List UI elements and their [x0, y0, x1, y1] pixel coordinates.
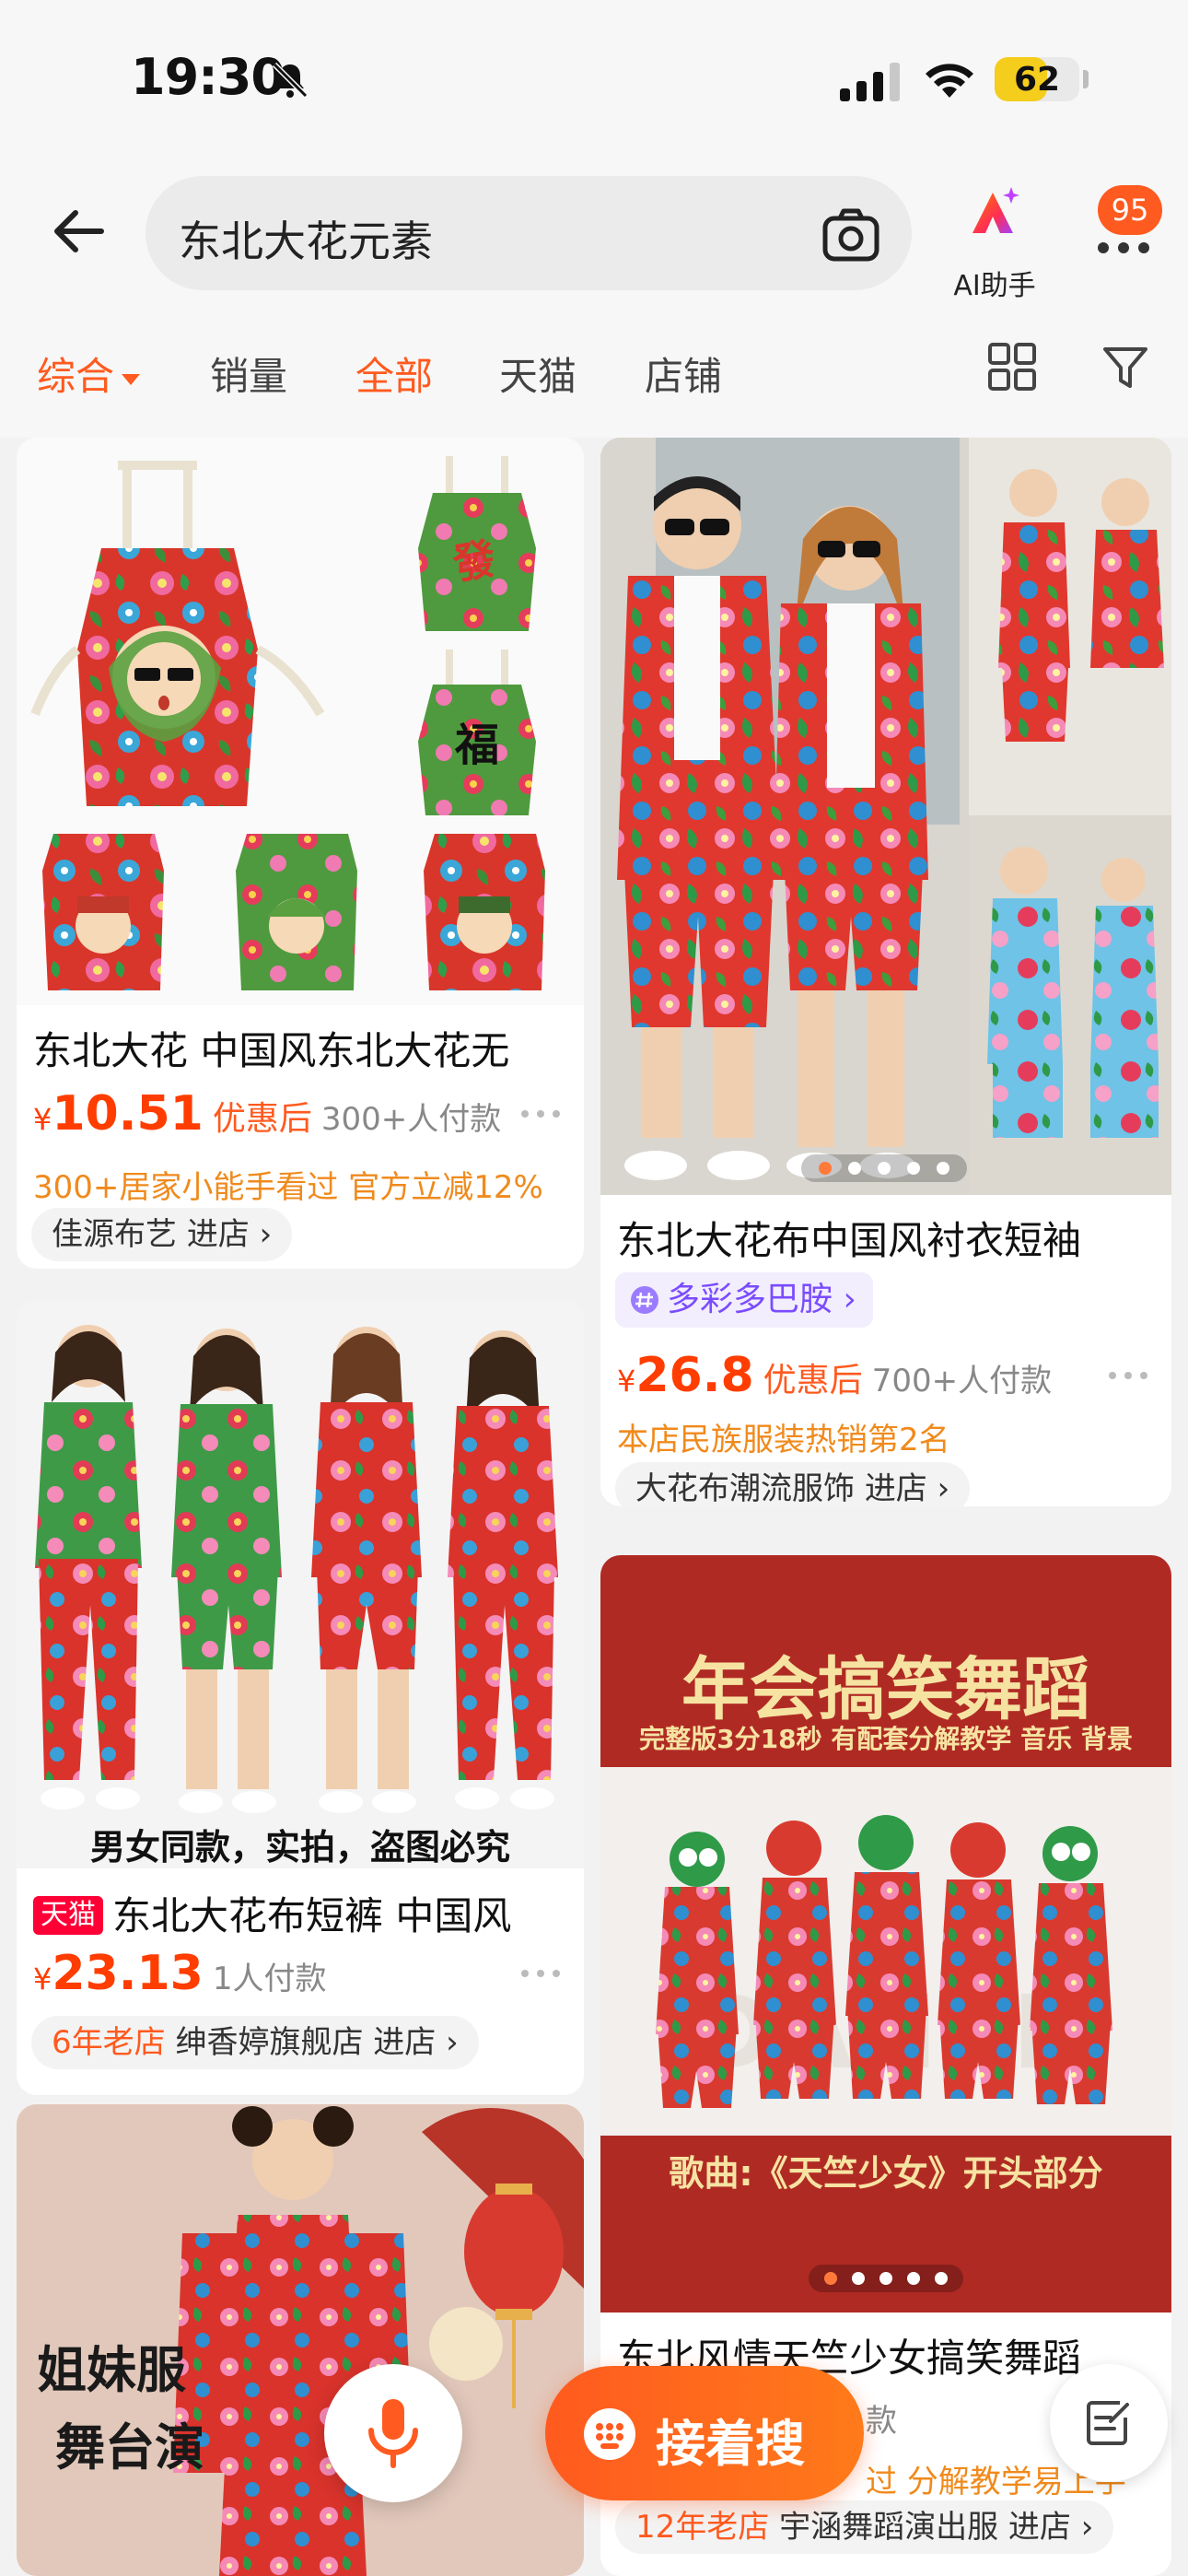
- shop-link[interactable]: 大花布潮流服饰 进店 ›: [615, 1462, 971, 1506]
- message-count-badge: 95: [1098, 185, 1162, 235]
- price-row: ¥23.13 1人付款: [33, 1946, 567, 2001]
- poster-title: 年会搞笑舞蹈: [681, 1650, 1090, 1729]
- tmall-badge: 天猫: [33, 1896, 103, 1935]
- price-value: 23.13: [52, 1946, 204, 2001]
- search-header: 东北大花元素 AI助手 95: [0, 161, 1188, 302]
- voice-search-button[interactable]: [324, 2364, 462, 2502]
- continue-search-label: 接着搜: [656, 2415, 805, 2473]
- shop-link[interactable]: 佳源布艺 进店 ›: [31, 1208, 293, 1261]
- battery-percent: 62: [1013, 61, 1061, 99]
- product-card-stage[interactable]: 姐妹服 舞台演: [17, 2104, 584, 2576]
- product-title: 天猫 东北大花布短裤 中国风: [33, 1885, 567, 1941]
- sales-count: 1人付款: [212, 1961, 327, 1997]
- ai-assistant-button[interactable]: AI助手: [944, 185, 1045, 302]
- currency-symbol: ¥: [33, 1102, 52, 1137]
- poster-line-1: 姐妹服: [37, 2340, 186, 2399]
- ai-assistant-icon: [973, 187, 1019, 233]
- product-image-shirt: [600, 438, 1171, 1195]
- sales-count: 700+人付款: [871, 1363, 1053, 1399]
- promo-line: 300+居家小能手看过 官方立减12%: [33, 1162, 567, 1207]
- battery-tip: [1083, 70, 1089, 88]
- shop-name: 大花布潮流服饰: [635, 1470, 855, 1506]
- camera-icon[interactable]: [820, 204, 882, 266]
- wifi-icon: [926, 64, 973, 98]
- more-options-icon[interactable]: [519, 1968, 562, 1979]
- shop-name: 绅香婷旗舰店: [175, 2024, 364, 2061]
- promo-discount: 官方立减12%: [348, 1169, 543, 1206]
- shop-action: 进店: [1007, 2509, 1071, 2546]
- shop-name: 宇涵舞蹈演出服: [779, 2509, 999, 2546]
- shop-action: 进店: [864, 1470, 927, 1506]
- continue-search-button[interactable]: 接着搜: [545, 2366, 864, 2500]
- microphone-icon: [368, 2399, 418, 2468]
- product-image-shorts: [17, 1301, 584, 1868]
- sales-count: 300+人付款: [320, 1101, 502, 1138]
- more-options-icon[interactable]: [519, 1108, 562, 1119]
- currency-symbol: ¥: [33, 1961, 52, 1996]
- product-title: 东北大花布中国风衬衣短袖: [617, 1218, 1082, 1263]
- price-tag: 优惠后: [763, 1362, 863, 1399]
- price-value: 10.51: [52, 1086, 204, 1142]
- poster-song: 歌曲:《天竺少女》开头部分: [669, 2153, 1103, 2194]
- search-query: 东北大花元素: [179, 217, 433, 266]
- sales-count-partial: 款: [866, 2403, 897, 2440]
- filter-tab-all[interactable]: 全部: [355, 345, 433, 402]
- brand-tag-label: 多彩多巴胺: [667, 1281, 833, 1318]
- poster-line-2: 舞台演: [55, 2418, 204, 2476]
- hashtag-icon: [631, 1286, 658, 1314]
- filter-tab-shops[interactable]: 店铺: [645, 345, 722, 402]
- grid-view-icon[interactable]: [987, 342, 1037, 392]
- promo-partial: 过: [866, 2464, 897, 2500]
- filter-bar: 综合 销量 全部 天猫 店铺: [0, 299, 1188, 438]
- product-title-text: 东北大花布短裤 中国风: [112, 1893, 512, 1938]
- shop-link[interactable]: 6年老店 绅香婷旗舰店 进店 ›: [31, 2016, 479, 2069]
- product-card-shirt[interactable]: 东北大花布中国风衬衣短袖 多彩多巴胺 › ¥26.8 优惠后 700+人付款 本店民…: [600, 438, 1171, 1506]
- bell-muted-icon: [272, 62, 309, 99]
- price-value: 26.8: [635, 1348, 754, 1403]
- brand-tag-pill[interactable]: 多彩多巴胺 ›: [615, 1272, 873, 1328]
- battery-indicator: 62: [995, 57, 1079, 101]
- product-image-apron: 發 福: [17, 438, 584, 1005]
- shop-age-badge: 6年老店: [52, 2024, 166, 2061]
- price-row: ¥26.8 优惠后 700+人付款: [617, 1348, 1155, 1403]
- image-caption: 男女同款，实拍，盗图必究: [89, 1827, 510, 1868]
- more-dots-icon: [1098, 242, 1149, 253]
- price-row: ¥10.51 优惠后 300+人付款: [33, 1086, 567, 1142]
- back-arrow-icon[interactable]: [46, 198, 112, 264]
- product-card-shorts[interactable]: 男女同款，实拍，盗图必究 天猫 东北大花布短裤 中国风 ¥23.13 1人付款 6年…: [17, 1301, 584, 2095]
- shop-name: 佳源布艺: [52, 1216, 177, 1253]
- currency-symbol: ¥: [617, 1364, 636, 1399]
- promo-viewers: 300+居家小能手看过: [33, 1169, 339, 1206]
- shop-age-badge: 12年老店: [635, 2509, 770, 2546]
- product-title: 东北大花 中国风东北大花无: [33, 1028, 510, 1073]
- promo-line: 本店民族服装热销第2名: [617, 1422, 950, 1458]
- status-bar: 19:30 62: [0, 0, 1188, 161]
- filter-tab-tmall[interactable]: 天猫: [499, 345, 577, 402]
- sort-label: 综合: [37, 354, 115, 399]
- search-input[interactable]: 东北大花元素: [146, 176, 912, 290]
- status-time: 19:30: [131, 48, 285, 106]
- price-tag: 优惠后: [212, 1100, 312, 1138]
- shop-action: 进店: [186, 1216, 250, 1253]
- sort-dropdown[interactable]: 综合: [37, 345, 141, 402]
- product-card-apron[interactable]: 發 福 东北大花 中国风东北大花无 ¥10.51 优惠后 300+人付款 300+居…: [17, 438, 584, 1269]
- svg-text:發: 發: [448, 533, 500, 590]
- ai-assistant-label: AI助手: [953, 270, 1036, 302]
- edit-note-icon: [1087, 2401, 1129, 2445]
- signal-icon: [840, 63, 900, 101]
- svg-text:福: 福: [454, 720, 499, 771]
- more-options-icon[interactable]: [1107, 1370, 1149, 1381]
- filter-tab-sales[interactable]: 销量: [210, 345, 287, 402]
- feedback-button[interactable]: [1050, 2364, 1168, 2482]
- filter-funnel-icon[interactable]: [1101, 344, 1149, 392]
- shop-link[interactable]: 12年老店 宇涵舞蹈演出服 进店 ›: [615, 2500, 1114, 2554]
- poster-subtitle: 完整版3分18秒 有配套分解教学 音乐 背景: [639, 1724, 1133, 1754]
- shop-action: 进店: [373, 2024, 437, 2061]
- more-menu-button[interactable]: 95: [1087, 180, 1164, 290]
- keyboard-icon: [584, 2408, 635, 2460]
- caret-down-icon: [122, 373, 141, 385]
